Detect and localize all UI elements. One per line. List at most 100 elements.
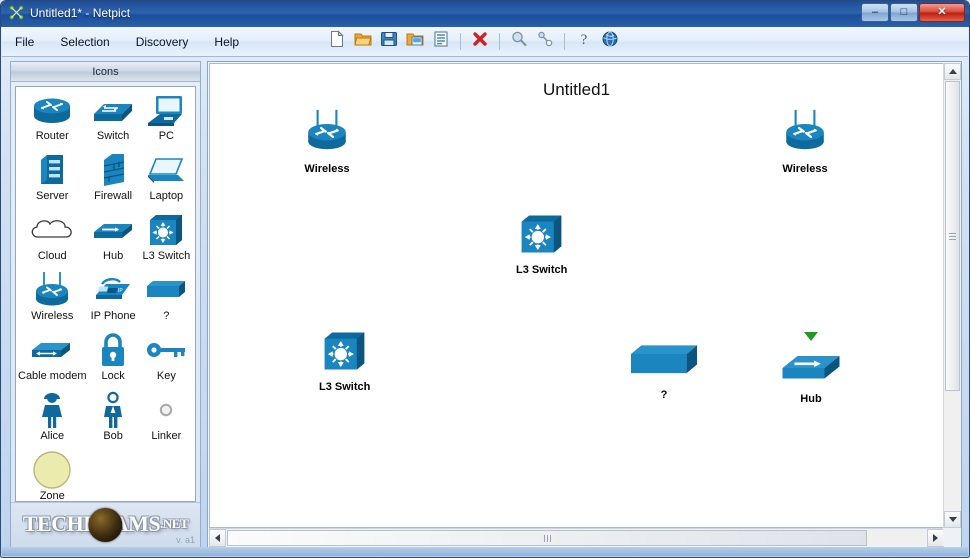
save-button[interactable] bbox=[378, 31, 400, 53]
zoom-button[interactable] bbox=[508, 31, 530, 53]
report-list-icon bbox=[432, 30, 450, 53]
palette-item-server[interactable]: Server bbox=[18, 151, 86, 211]
canvas-node-wireless-1[interactable]: Wireless bbox=[300, 106, 354, 175]
palette-label: Bob bbox=[103, 430, 123, 442]
sidebar-header: Icons bbox=[11, 62, 200, 82]
minimize-button[interactable]: – bbox=[861, 3, 889, 22]
menu-item-selection[interactable]: Selection bbox=[47, 31, 122, 53]
palette-label: PC bbox=[158, 130, 174, 142]
palette-label: Cloud bbox=[37, 250, 67, 262]
menu-item-discovery[interactable]: Discovery bbox=[123, 31, 202, 53]
menu-items: File Selection Discovery Help bbox=[2, 31, 252, 53]
maximize-icon: □ bbox=[900, 6, 908, 18]
palette-item-switch[interactable]: Switch bbox=[86, 91, 139, 151]
canvas-node-label: L3 Switch bbox=[319, 381, 371, 393]
cloud-icon bbox=[28, 211, 76, 249]
maximize-button[interactable]: □ bbox=[890, 3, 918, 22]
palette-item-key[interactable]: Key bbox=[140, 331, 193, 391]
save-floppy-icon bbox=[380, 30, 398, 53]
menu-item-file[interactable]: File bbox=[2, 31, 47, 53]
netpict-icon bbox=[9, 5, 24, 20]
palette-label: Laptop bbox=[149, 190, 184, 202]
palette-item-bob[interactable]: Bob bbox=[86, 391, 139, 451]
palette-item-alice[interactable]: Alice bbox=[18, 391, 86, 451]
link-button[interactable] bbox=[534, 31, 556, 53]
link-connect-icon bbox=[536, 30, 554, 53]
palette-label: Key bbox=[156, 370, 176, 382]
menu-item-help[interactable]: Help bbox=[201, 31, 252, 53]
save-as-button[interactable] bbox=[404, 31, 426, 53]
wireless-icon bbox=[300, 106, 354, 161]
zone-circle-icon bbox=[32, 451, 72, 489]
report-button[interactable] bbox=[430, 31, 452, 53]
diagram-canvas[interactable]: Untitled1 Wireless Wireless L3 Switch L3… bbox=[209, 63, 944, 528]
palette-label: Linker bbox=[151, 430, 182, 442]
ip-phone-icon: IP bbox=[90, 271, 136, 309]
palette-label: Firewall bbox=[94, 190, 133, 202]
palette-label: Wireless bbox=[31, 310, 74, 322]
open-file-button[interactable] bbox=[352, 31, 374, 53]
palette-item-ip-phone[interactable]: IP IP Phone bbox=[86, 271, 139, 331]
diagram-canvas-area: Untitled1 Wireless Wireless L3 Switch L3… bbox=[207, 61, 962, 548]
l3-switch-icon bbox=[147, 211, 185, 249]
palette-item-l3-switch[interactable]: L3 Switch bbox=[140, 211, 193, 271]
alice-person-icon bbox=[38, 391, 66, 429]
hub-icon bbox=[776, 344, 846, 391]
scroll-up-button[interactable] bbox=[944, 63, 961, 80]
icon-palette-grid: Router Switch PC Server Firewall Laptop … bbox=[16, 87, 195, 501]
palette-item-laptop[interactable]: Laptop bbox=[140, 151, 193, 211]
canvas-node-label: Wireless bbox=[304, 163, 350, 175]
window-frame: Untitled1* - Netpict – □ ✕ File Selectio… bbox=[0, 0, 970, 558]
canvas-node-l3-switch-1[interactable]: L3 Switch bbox=[516, 211, 567, 276]
chevron-right-icon bbox=[933, 534, 938, 542]
close-button[interactable]: ✕ bbox=[919, 3, 965, 22]
canvas-node-unknown[interactable]: ? bbox=[624, 340, 704, 401]
palette-label: L3 Switch bbox=[142, 250, 191, 262]
canvas-node-l3-switch-2[interactable]: L3 Switch bbox=[319, 328, 370, 393]
palette-item-unknown[interactable]: ? bbox=[140, 271, 193, 331]
palette-item-firewall[interactable]: Firewall bbox=[86, 151, 139, 211]
palette-item-linker[interactable]: Linker bbox=[140, 391, 193, 451]
chevron-left-icon bbox=[215, 534, 220, 542]
palette-item-pc[interactable]: PC bbox=[140, 91, 193, 151]
menu-bar: File Selection Discovery Help ? bbox=[2, 27, 968, 57]
toolbar-separator-3 bbox=[564, 33, 566, 50]
selection-marker-icon bbox=[804, 332, 818, 341]
palette-item-hub[interactable]: Hub bbox=[86, 211, 139, 271]
scroll-left-button[interactable] bbox=[209, 529, 226, 547]
canvas-vertical-scrollbar[interactable] bbox=[943, 63, 961, 528]
canvas-horizontal-scrollbar[interactable] bbox=[209, 528, 944, 547]
delete-button[interactable] bbox=[469, 31, 491, 53]
scroll-grip-icon bbox=[949, 235, 956, 237]
unknown-box-icon bbox=[624, 340, 704, 387]
close-icon: ✕ bbox=[937, 6, 947, 18]
palette-item-cable-modem[interactable]: Cable modem bbox=[18, 331, 86, 391]
palette-item-wireless[interactable]: Wireless bbox=[18, 271, 86, 331]
chevron-down-icon bbox=[948, 517, 957, 522]
open-folder-icon bbox=[354, 30, 372, 53]
canvas-node-label: Hub bbox=[800, 393, 822, 405]
palette-label: Alice bbox=[40, 430, 65, 442]
palette-item-router[interactable]: Router bbox=[18, 91, 86, 151]
canvas-title: Untitled1 bbox=[542, 80, 611, 99]
palette-item-zone[interactable]: Zone bbox=[18, 451, 86, 501]
horizontal-scroll-thumb[interactable] bbox=[227, 530, 867, 546]
vertical-scroll-thumb[interactable] bbox=[945, 81, 960, 391]
palette-item-lock[interactable]: Lock bbox=[86, 331, 139, 391]
chevron-up-icon bbox=[948, 69, 957, 74]
palette-label: Cable modem bbox=[18, 370, 87, 382]
help-button[interactable]: ? bbox=[573, 31, 595, 53]
hub-icon bbox=[90, 211, 136, 249]
palette-item-cloud[interactable]: Cloud bbox=[18, 211, 86, 271]
web-button[interactable] bbox=[599, 31, 621, 53]
minimize-icon: – bbox=[871, 6, 879, 18]
wireless-icon bbox=[778, 106, 832, 161]
canvas-node-wireless-2[interactable]: Wireless bbox=[778, 106, 832, 175]
canvas-node-hub[interactable]: Hub bbox=[776, 332, 846, 405]
title-bar: Untitled1* - Netpict – □ ✕ bbox=[1, 1, 969, 27]
new-file-button[interactable] bbox=[326, 30, 348, 53]
scroll-down-button[interactable] bbox=[944, 511, 961, 528]
svg-text:IP: IP bbox=[118, 288, 123, 294]
l3-switch-icon bbox=[518, 211, 565, 262]
scroll-right-button[interactable] bbox=[927, 529, 944, 547]
